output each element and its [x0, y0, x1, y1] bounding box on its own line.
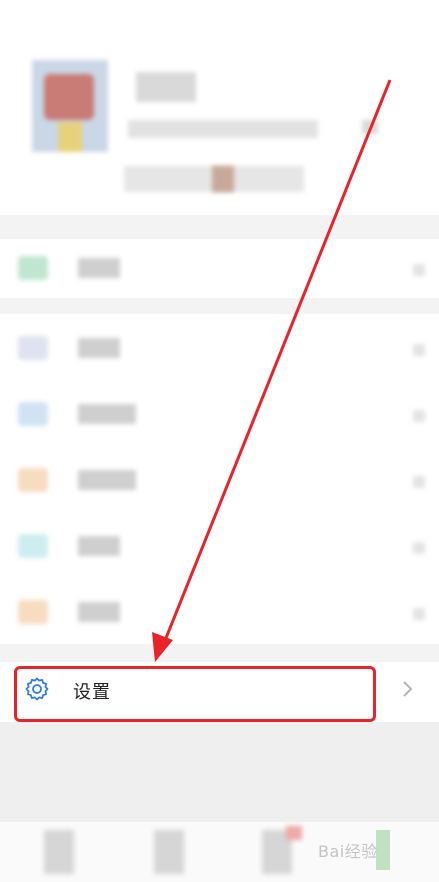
gear-icon	[24, 676, 50, 702]
tab-item[interactable]	[44, 830, 74, 874]
highlight-box	[14, 666, 376, 722]
tab-badge	[286, 826, 302, 840]
profile-stats-accent	[212, 166, 234, 192]
profile-info-placeholder	[128, 120, 318, 138]
username-placeholder	[136, 72, 196, 102]
tab-item[interactable]	[154, 830, 184, 874]
section-divider	[0, 644, 439, 662]
avatar[interactable]	[32, 60, 108, 152]
list-item[interactable]	[0, 578, 439, 644]
watermark-accent	[376, 830, 390, 870]
list-item[interactable]	[0, 512, 439, 578]
empty-area	[0, 722, 439, 822]
profile-badge-placeholder	[362, 120, 378, 134]
settings-label: 设置	[73, 682, 111, 702]
watermark: Bai经验	[318, 842, 378, 861]
list-item[interactable]	[0, 234, 439, 300]
section-divider	[0, 298, 439, 314]
list-item[interactable]	[0, 380, 439, 446]
chevron-right-icon	[400, 680, 414, 698]
list-item[interactable]	[0, 446, 439, 512]
profile-header[interactable]	[0, 0, 439, 215]
list-item[interactable]	[0, 314, 439, 380]
